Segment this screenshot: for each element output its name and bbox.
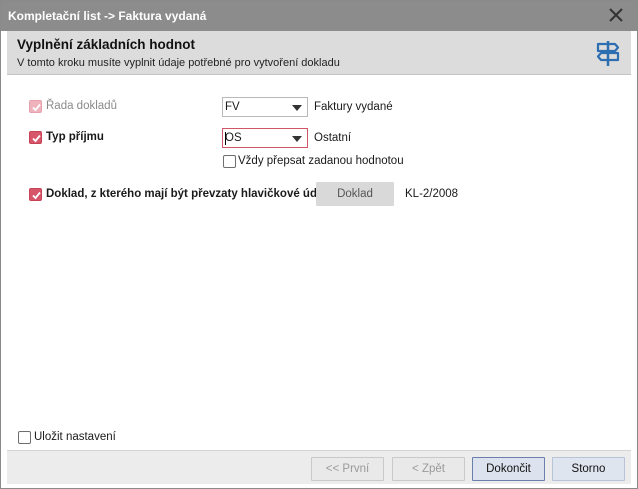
step-subtitle: V tomto kroku musíte vyplnit údaje potře… bbox=[17, 57, 340, 69]
back-button[interactable]: < Zpět bbox=[392, 457, 465, 481]
typ-checkbox[interactable] bbox=[29, 131, 42, 144]
typ-description: Ostatní bbox=[314, 132, 352, 144]
typ-label: Typ příjmu bbox=[46, 131, 104, 143]
signpost-icon bbox=[596, 41, 620, 66]
wizard-window: Kompletační list -> Faktura vydaná Vypln… bbox=[0, 0, 638, 489]
chevron-down-icon bbox=[292, 105, 302, 111]
step-title: Vyplnění základních hodnot bbox=[17, 37, 196, 52]
title-bar: Kompletační list -> Faktura vydaná bbox=[1, 1, 637, 31]
doklad-button[interactable]: Doklad bbox=[316, 182, 394, 206]
cancel-button[interactable]: Storno bbox=[552, 457, 625, 481]
overwrite-label: Vždy přepsat zadanou hodnotou bbox=[238, 155, 404, 167]
typ-select-value: OS bbox=[225, 132, 242, 144]
typ-select[interactable]: OS bbox=[222, 128, 308, 148]
rada-select[interactable]: FV bbox=[222, 97, 308, 117]
text-caret bbox=[225, 132, 226, 145]
first-button[interactable]: << První bbox=[311, 457, 384, 481]
checkmark-icon bbox=[32, 191, 41, 200]
overwrite-checkbox[interactable] bbox=[223, 155, 236, 168]
doklad-label: Doklad, z kterého mají být převzaty hlav… bbox=[46, 188, 333, 200]
chevron-down-icon bbox=[292, 136, 302, 142]
finish-button[interactable]: Dokončit bbox=[472, 457, 545, 481]
window-title: Kompletační list -> Faktura vydaná bbox=[8, 9, 207, 23]
step-header: Vyplnění základních hodnot V tomto kroku… bbox=[7, 31, 631, 75]
checkmark-icon bbox=[32, 103, 41, 112]
rada-checkbox[interactable] bbox=[29, 100, 42, 113]
save-settings-label: Uložit nastavení bbox=[34, 431, 116, 443]
close-icon[interactable] bbox=[607, 6, 625, 24]
doklad-checkbox[interactable] bbox=[29, 188, 42, 201]
rada-label: Řada dokladů bbox=[46, 100, 117, 112]
rada-select-value: FV bbox=[225, 101, 240, 113]
checkmark-icon bbox=[32, 134, 41, 143]
rada-description: Faktury vydané bbox=[314, 101, 393, 113]
doklad-value: KL-2/2008 bbox=[405, 188, 459, 200]
save-settings-checkbox[interactable] bbox=[18, 431, 31, 444]
